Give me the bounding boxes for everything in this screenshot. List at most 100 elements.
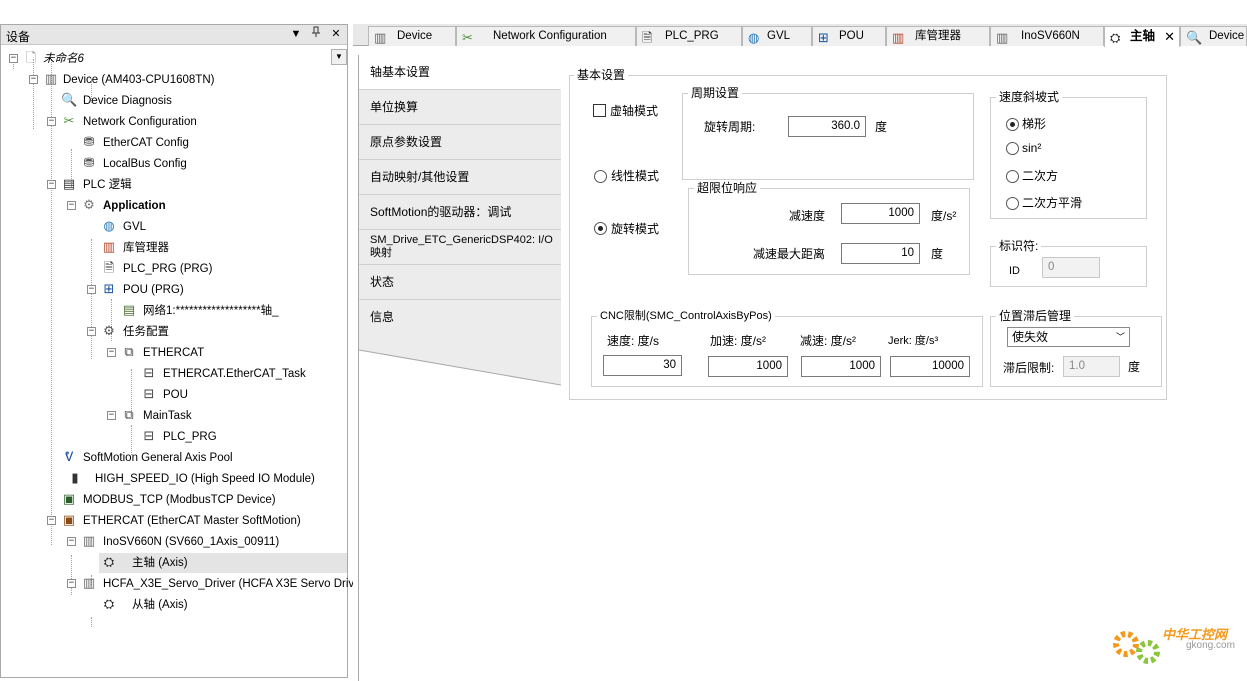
tree-item-label: ETHERCAT xyxy=(143,347,205,359)
tab-network-configuration[interactable]: ✂ Network Configuration xyxy=(456,26,636,46)
network-config-icon: ✂ xyxy=(63,114,75,129)
library-icon: ▥ xyxy=(892,30,905,45)
collapse-toggle-icon[interactable]: − xyxy=(47,516,56,525)
collapse-toggle-icon[interactable]: − xyxy=(87,285,96,294)
virtual-mode-checkbox[interactable] xyxy=(593,104,606,117)
globe-icon: ◍ xyxy=(103,219,115,234)
tree-item-label: HIGH_SPEED_IO (High Speed IO Module) xyxy=(95,473,315,485)
tree-item-label: 网络1:*******************轴_ xyxy=(143,305,279,317)
nav-label: 轴基本设置 xyxy=(370,65,431,79)
tab-label: POU xyxy=(839,30,864,42)
ethercat-master-icon: ▣ xyxy=(62,513,76,528)
nav-label: 原点参数设置 xyxy=(370,135,443,149)
tab-gvl[interactable]: ◍ GVL xyxy=(742,26,812,46)
ramp-quadratic-smooth-radio[interactable] xyxy=(1006,197,1019,210)
overtravel-decel-input[interactable]: 1000 xyxy=(841,203,920,224)
nav-info[interactable]: 信息 xyxy=(359,300,561,335)
nav-homing-parameters[interactable]: 原点参数设置 xyxy=(359,125,561,160)
pou-icon: ⊞ xyxy=(103,282,115,297)
cnc-decel-label: 减速: 度/s² xyxy=(800,334,856,348)
task-icon: ⧉ xyxy=(124,408,134,423)
tab-device[interactable]: ▥ Device xyxy=(368,26,456,46)
tree-item-label: Device Diagnosis xyxy=(83,95,172,107)
tree-item-label: EtherCAT Config xyxy=(103,137,189,149)
id-input[interactable]: 0 xyxy=(1042,257,1100,278)
collapse-toggle-icon[interactable]: − xyxy=(47,117,56,126)
collapse-toggle-icon[interactable]: − xyxy=(107,411,116,420)
panel-menu-arrow-icon[interactable]: ▼ xyxy=(289,26,303,42)
nav-status[interactable]: 状态 xyxy=(359,265,561,300)
magnifier-icon: 🔍 xyxy=(1186,30,1203,45)
max-decel-distance-input[interactable]: 10 xyxy=(841,243,920,264)
network-config-icon: ✂ xyxy=(462,30,473,45)
overtravel-response-title: 超限位响应 xyxy=(694,181,761,195)
cnc-speed-input[interactable]: 30 xyxy=(603,355,682,376)
collapse-toggle-icon[interactable]: − xyxy=(29,75,38,84)
collapse-toggle-icon[interactable]: − xyxy=(107,348,116,357)
collapse-toggle-icon[interactable]: − xyxy=(67,201,76,210)
tree-item-label: 任务配置 xyxy=(123,326,169,338)
nav-io-mapping[interactable]: SM_Drive_ETC_GenericDSP402: I/O 映射 xyxy=(359,230,561,265)
ramp-quadratic-radio[interactable] xyxy=(1006,170,1019,183)
tree-item-label: Device (AM403-CPU1608TN) xyxy=(63,74,215,86)
cnc-decel-input[interactable]: 1000 xyxy=(801,356,881,377)
identifier-title: 标识符: xyxy=(996,239,1042,253)
nav-label-line2: 映射 xyxy=(370,247,392,259)
nav-auto-mapping[interactable]: 自动映射/其他设置 xyxy=(359,160,561,195)
nav-unit-conversion[interactable]: 单位换算 xyxy=(359,90,561,125)
nav-axis-basic-settings[interactable]: 轴基本设置 xyxy=(359,55,561,90)
collapse-toggle-icon[interactable]: − xyxy=(67,537,76,546)
tree-item-main-axis[interactable]: ⛭ 主轴 (Axis) xyxy=(99,553,347,573)
ethercat-config-icon: ⛃ xyxy=(83,135,95,150)
program-icon: 🗎 xyxy=(642,30,653,45)
collapse-toggle-icon[interactable]: − xyxy=(9,54,18,63)
cnc-accel-input[interactable]: 1000 xyxy=(708,356,788,377)
linear-mode-label: 线性模式 xyxy=(611,169,660,183)
axis-icon: ⛭ xyxy=(103,597,115,612)
tab-library-manager[interactable]: ▥ 库管理器 xyxy=(886,26,990,46)
lag-mode-select[interactable]: 使失效 ﹀ xyxy=(1007,327,1130,347)
watermark-url: gkong.com xyxy=(1186,640,1235,651)
tree-item-label: MainTask xyxy=(143,410,192,422)
tab-pou[interactable]: ⊞ POU xyxy=(812,26,886,46)
tree-item-label: SoftMotion General Axis Pool xyxy=(83,452,233,464)
ramp-trapezoid-radio[interactable] xyxy=(1006,118,1019,131)
plc-logic-icon: ▤ xyxy=(62,177,76,192)
tab-label: InoSV660N xyxy=(1021,30,1080,42)
nav-label: SM_Drive_ETC_GenericDSP402: I/O xyxy=(370,234,553,246)
tab-plc-prg[interactable]: 🗎 PLC_PRG xyxy=(636,26,742,46)
close-tab-icon[interactable]: ✕ xyxy=(1164,27,1175,46)
device-panel-title: 设备 xyxy=(6,30,31,44)
collapse-toggle-icon[interactable]: − xyxy=(87,327,96,336)
servo-drive-icon: ▥ xyxy=(82,534,96,549)
tree-item-project[interactable]: − 🗋 未命名6 xyxy=(1,49,347,69)
collapse-toggle-icon[interactable]: − xyxy=(47,180,56,189)
application-gear-icon: ⚙ xyxy=(83,198,95,213)
tree-item-label: PLC_PRG xyxy=(163,431,217,443)
tab-device-2[interactable]: 🔍 Device xyxy=(1180,26,1247,46)
rotation-period-label: 旋转周期: xyxy=(704,120,756,134)
axis-editor: 轴基本设置 单位换算 原点参数设置 自动映射/其他设置 SoftMotion的驱… xyxy=(353,47,1247,681)
tree-item-label: 未命名6 xyxy=(43,53,84,65)
tree-item-label: InoSV660N (SV660_1Axis_00911) xyxy=(103,536,280,548)
overtravel-response-group xyxy=(688,188,970,275)
ramp-sin2-radio[interactable] xyxy=(1006,142,1019,155)
task-icon: ⧉ xyxy=(124,345,134,360)
axis-icon: ⛭ xyxy=(103,555,115,570)
nav-label: 单位换算 xyxy=(370,100,419,114)
linear-mode-radio[interactable] xyxy=(594,170,607,183)
rotation-period-input[interactable]: 360.0 xyxy=(788,116,866,137)
pin-icon[interactable] xyxy=(309,26,323,42)
globe-icon: ◍ xyxy=(748,30,760,45)
cnc-jerk-input[interactable]: 10000 xyxy=(890,356,970,377)
position-lag-title: 位置滞后管理 xyxy=(996,309,1075,323)
tree-item-label: ETHERCAT.EtherCAT_Task xyxy=(163,368,306,380)
lag-limit-input[interactable]: 1.0 xyxy=(1063,356,1120,377)
collapse-toggle-icon[interactable]: − xyxy=(67,579,76,588)
rotary-mode-radio[interactable] xyxy=(594,222,607,235)
close-panel-icon[interactable]: ✕ xyxy=(329,26,343,42)
task-call-icon: ⊟ xyxy=(143,387,155,402)
tab-inosv660n[interactable]: ▥ InoSV660N xyxy=(990,26,1104,46)
tab-main-axis[interactable]: ⛭ 主轴 ✕ xyxy=(1104,26,1180,47)
nav-softmotion-drive-debug[interactable]: SoftMotion的驱动器：调试 xyxy=(359,195,561,230)
